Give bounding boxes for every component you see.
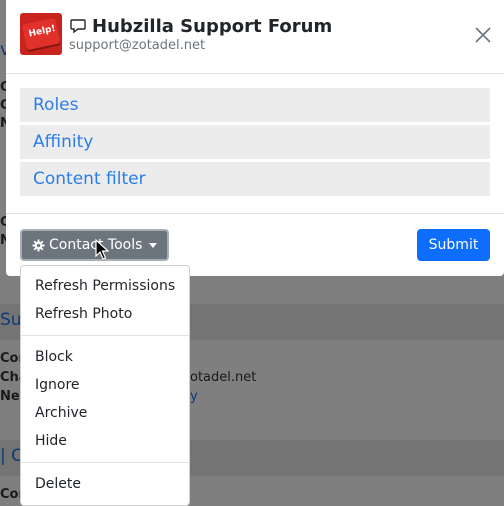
menu-item-hide[interactable]: Hide: [35, 433, 67, 449]
modal-title: Hubzilla Support Forum: [92, 15, 333, 37]
section-content-filter[interactable]: Content filter: [20, 162, 490, 196]
chat-icon: [70, 19, 86, 34]
avatar-text: Help!: [27, 23, 57, 40]
menu-divider: [21, 462, 189, 463]
section-label: Affinity: [33, 132, 94, 152]
contact-tools-menu: Refresh Permissions Refresh Photo Block …: [20, 265, 190, 506]
section-label: Content filter: [33, 169, 146, 189]
close-icon[interactable]: [474, 26, 492, 44]
mouse-cursor-icon: [95, 239, 109, 260]
caret-down-icon: [149, 242, 158, 248]
menu-item-refresh-permissions[interactable]: Refresh Permissions: [35, 278, 175, 294]
menu-divider: [21, 335, 189, 336]
gear-icon: [32, 238, 45, 252]
help-key-image: Help!: [21, 17, 61, 51]
contact-address: support@zotadel.net: [69, 38, 206, 53]
background-fragment: Su: [0, 310, 22, 330]
section-affinity[interactable]: Affinity: [20, 125, 490, 159]
contact-edit-modal: Help! Hubzilla Support Forum support@zot…: [6, 0, 504, 276]
background-fragment: y: [190, 389, 198, 404]
section-label: Roles: [33, 95, 79, 115]
modal-title-row: Hubzilla Support Forum: [69, 14, 332, 38]
menu-item-refresh-photo[interactable]: Refresh Photo: [35, 306, 132, 322]
menu-item-archive[interactable]: Archive: [35, 405, 87, 421]
modal-body: Roles Affinity Content filter: [6, 74, 504, 214]
avatar: Help!: [20, 13, 62, 55]
menu-item-block[interactable]: Block: [35, 349, 73, 365]
submit-button[interactable]: Submit: [417, 229, 490, 261]
menu-item-delete[interactable]: Delete: [35, 476, 81, 492]
background-fragment: otadel.net: [190, 370, 257, 385]
menu-item-ignore[interactable]: Ignore: [35, 377, 80, 393]
modal-header: Help! Hubzilla Support Forum support@zot…: [6, 0, 504, 74]
section-roles[interactable]: Roles: [20, 88, 490, 122]
